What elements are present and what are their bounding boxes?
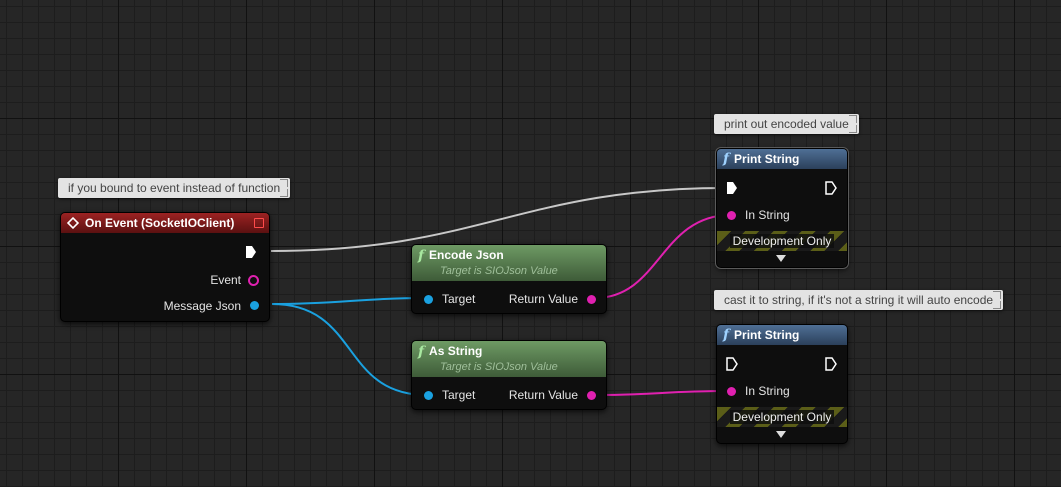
node-title: Encode Json [429, 248, 504, 262]
comment-text: print out encoded value [724, 117, 849, 131]
node-title: On Event (SocketIOClient) [85, 216, 235, 230]
expand-chevron-icon[interactable] [776, 255, 786, 262]
string-wire-asstring-to-print2 [594, 390, 732, 396]
pin-target: Target [442, 292, 476, 306]
expand-chevron-icon[interactable] [776, 431, 786, 438]
node-print-string-1[interactable]: f Print String In String Development Onl… [716, 148, 848, 268]
exec-out-pin-icon[interactable] [825, 181, 837, 195]
exec-out-pin-icon[interactable] [245, 245, 257, 259]
comment-print1[interactable]: print out encoded value [714, 114, 859, 134]
delegate-pin-icon[interactable] [254, 218, 264, 228]
pin-event: Event [210, 273, 241, 287]
function-f-icon: f [723, 327, 730, 343]
event-diamond-icon [67, 217, 79, 229]
comment-text: if you bound to event instead of functio… [68, 181, 281, 195]
node-encode-json[interactable]: f Encode Json Target is SIOJson Value Ta… [411, 244, 607, 314]
pin-in-string: In String [745, 384, 790, 398]
node-title: Print String [734, 152, 800, 166]
exec-in-pin-icon[interactable] [726, 181, 738, 195]
node-on-event[interactable]: On Event (SocketIOClient) Event Message … [60, 212, 270, 322]
node-header[interactable]: f As String Target is SIOJson Value [412, 341, 606, 377]
pin-return-value: Return Value [508, 388, 578, 402]
pin-in-string: In String [745, 208, 790, 222]
pin-event-socket[interactable] [248, 275, 259, 286]
pin-target-socket[interactable] [424, 391, 433, 400]
comment-grip-icon [280, 179, 289, 187]
node-subtitle: Target is SIOJson Value [440, 265, 558, 277]
exec-in-pin-icon[interactable] [726, 357, 738, 371]
pin-return-socket[interactable] [587, 295, 596, 304]
function-f-icon: f [723, 151, 730, 167]
comment-grip-icon [848, 115, 857, 123]
node-as-string[interactable]: f As String Target is SIOJson Value Targ… [411, 340, 607, 410]
comment-event[interactable]: if you bound to event instead of functio… [58, 178, 291, 198]
object-wire-to-encode [271, 297, 428, 305]
comment-grip-icon [280, 189, 289, 197]
string-wire-encode-to-print1 [594, 214, 732, 299]
comment-grip-icon [993, 301, 1002, 309]
node-header[interactable]: f Print String [717, 149, 847, 169]
pin-in-string-socket[interactable] [727, 211, 736, 220]
node-subtitle: Target is SIOJson Value [440, 361, 558, 373]
pin-return-socket[interactable] [587, 391, 596, 400]
pin-in-string-socket[interactable] [727, 387, 736, 396]
pin-return-value: Return Value [508, 292, 578, 306]
pin-message-json: Message Json [163, 299, 241, 313]
pin-target-socket[interactable] [424, 295, 433, 304]
node-title: As String [429, 344, 483, 358]
exec-out-pin-icon[interactable] [825, 357, 837, 371]
node-header[interactable]: f Print String [717, 325, 847, 345]
exec-wire-event-to-print1 [270, 187, 727, 252]
node-header[interactable]: f Encode Json Target is SIOJson Value [412, 245, 606, 281]
node-print-string-2[interactable]: f Print String In String Development Onl… [716, 324, 848, 444]
function-f-icon: f [418, 344, 425, 360]
development-only-banner: Development Only [717, 231, 847, 251]
function-f-icon: f [418, 248, 425, 264]
pin-message-socket[interactable] [250, 301, 259, 310]
pin-target: Target [442, 388, 476, 402]
comment-text: cast it to string, if it's not a string … [724, 293, 994, 307]
object-wire-to-asstring [271, 303, 428, 396]
comment-grip-icon [993, 291, 1002, 299]
development-only-banner: Development Only [717, 407, 847, 427]
comment-print2[interactable]: cast it to string, if it's not a string … [714, 290, 1004, 310]
comment-grip-icon [848, 125, 857, 133]
node-title: Print String [734, 328, 800, 342]
node-header[interactable]: On Event (SocketIOClient) [61, 213, 269, 233]
